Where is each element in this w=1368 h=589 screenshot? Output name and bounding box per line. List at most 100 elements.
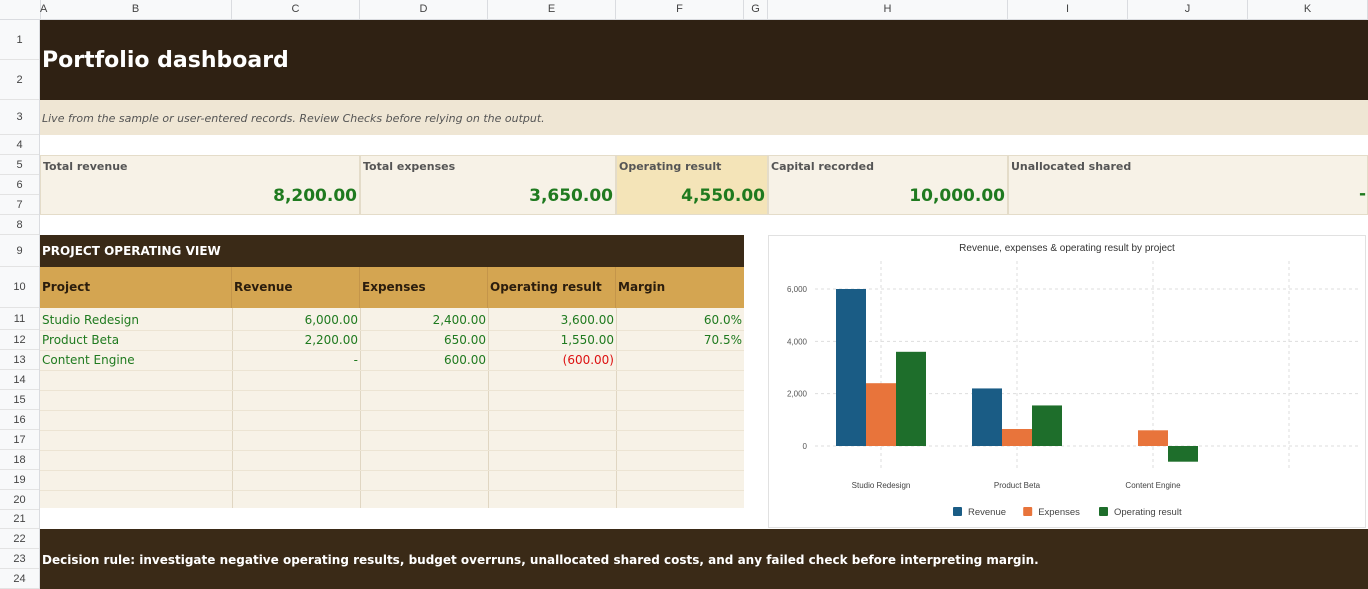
row-header-bar: 1 2 3 4 5 6 7 8 9 10 11 12 13 14 15 16 17 18 19 20 21 22 23 24 — [0, 20, 40, 589]
row-header-21[interactable]: 21 — [0, 510, 39, 529]
cell-project[interactable]: Content Engine — [40, 350, 232, 370]
row-header-4[interactable]: 4 — [0, 135, 39, 155]
grid-row-divider — [40, 490, 744, 491]
kpi-label: Operating result — [619, 160, 722, 173]
row-header-10[interactable]: 10 — [0, 267, 39, 308]
row-header-2[interactable]: 2 — [0, 60, 39, 100]
grid-row-divider — [40, 430, 744, 431]
cell-margin[interactable]: 70.5% — [616, 330, 744, 350]
column-header-k[interactable]: K — [1248, 0, 1368, 19]
grid-row-divider — [40, 410, 744, 411]
bar-operating-result — [1032, 405, 1062, 446]
kpi-unallocated-shared[interactable]: Unallocated shared - — [1008, 155, 1368, 215]
column-header-d[interactable]: D — [360, 0, 488, 19]
cell-revenue[interactable]: 6,000.00 — [232, 310, 360, 330]
row-header-11[interactable]: 11 — [0, 308, 39, 330]
cell-margin[interactable] — [616, 350, 744, 370]
y-tick-label: 0 — [803, 442, 808, 451]
row-header-14[interactable]: 14 — [0, 370, 39, 390]
kpi-value: - — [1358, 184, 1366, 204]
kpi-value: 8,200.00 — [273, 186, 357, 206]
row-header-24[interactable]: 24 — [0, 569, 39, 589]
row-header-17[interactable]: 17 — [0, 430, 39, 450]
row-header-6[interactable]: 6 — [0, 175, 39, 195]
bar-expenses — [866, 383, 896, 446]
kpi-total-revenue[interactable]: Total revenue 8,200.00 — [40, 155, 360, 215]
row-header-8[interactable]: 8 — [0, 215, 39, 235]
row-header-15[interactable]: 15 — [0, 390, 39, 410]
bar-revenue — [972, 388, 1002, 446]
decision-rule-band: Decision rule: investigate negative oper… — [40, 529, 1368, 589]
row-header-13[interactable]: 13 — [0, 350, 39, 370]
y-tick-label: 6,000 — [787, 285, 808, 294]
column-header-j[interactable]: J — [1128, 0, 1248, 19]
legend-swatch — [1023, 507, 1033, 516]
bar-operating-result — [1168, 446, 1198, 462]
column-header-bar: ABCDEFGHIJK — [0, 0, 1368, 20]
row-header-22[interactable]: 22 — [0, 529, 39, 549]
header-expenses[interactable]: Expenses — [360, 267, 488, 308]
legend-swatch — [953, 507, 962, 516]
row-header-16[interactable]: 16 — [0, 410, 39, 430]
legend-label: Expenses — [1038, 507, 1080, 518]
row-header-3[interactable]: 3 — [0, 100, 39, 135]
header-margin[interactable]: Margin — [616, 267, 744, 308]
kpi-capital-recorded[interactable]: Capital recorded 10,000.00 — [768, 155, 1008, 215]
column-header-c[interactable]: C — [232, 0, 360, 19]
section-header: PROJECT OPERATING VIEW — [40, 235, 744, 267]
x-tick-label: Studio Redesign — [852, 481, 911, 490]
bar-revenue — [836, 289, 866, 446]
kpi-label: Unallocated shared — [1011, 160, 1132, 173]
chart-title: Revenue, expenses & operating result by … — [959, 243, 1175, 254]
header-operating-result[interactable]: Operating result — [488, 267, 616, 308]
cell-expenses[interactable]: 2,400.00 — [360, 310, 488, 330]
cell-expenses[interactable]: 650.00 — [360, 330, 488, 350]
column-header-g[interactable]: G — [744, 0, 768, 19]
column-header-b[interactable]: B — [40, 0, 232, 19]
row-header-5[interactable]: 5 — [0, 155, 39, 175]
cell-project[interactable]: Product Beta — [40, 330, 232, 350]
cell-operating-result[interactable]: (600.00) — [488, 350, 616, 370]
row-header-9[interactable]: 9 — [0, 235, 39, 267]
y-tick-label: 4,000 — [787, 337, 808, 346]
cell-expenses[interactable]: 600.00 — [360, 350, 488, 370]
column-header-h[interactable]: H — [768, 0, 1008, 19]
page-title: Portfolio dashboard — [42, 48, 289, 73]
x-tick-label: Product Beta — [994, 481, 1041, 490]
column-header-e[interactable]: E — [488, 0, 616, 19]
row-header-1[interactable]: 1 — [0, 20, 39, 60]
x-tick-label: Content Engine — [1125, 481, 1181, 490]
legend-label: Operating result — [1114, 507, 1182, 518]
kpi-total-expenses[interactable]: Total expenses 3,650.00 — [360, 155, 616, 215]
cell-margin[interactable]: 60.0% — [616, 310, 744, 330]
bar-chart: Revenue, expenses & operating result by … — [787, 243, 1359, 518]
header-revenue[interactable]: Revenue — [232, 267, 360, 308]
section-title: PROJECT OPERATING VIEW — [42, 244, 221, 258]
cell-operating-result[interactable]: 3,600.00 — [488, 310, 616, 330]
decision-rule-text: Decision rule: investigate negative oper… — [42, 553, 1039, 567]
cell-revenue[interactable]: - — [232, 350, 360, 370]
cell-project[interactable]: Studio Redesign — [40, 310, 232, 330]
header-project[interactable]: Project — [40, 267, 232, 308]
kpi-label: Total expenses — [363, 160, 456, 173]
chart-panel[interactable]: Revenue, expenses & operating result by … — [768, 235, 1366, 528]
grid-row-divider — [40, 390, 744, 391]
cell-revenue[interactable]: 2,200.00 — [232, 330, 360, 350]
bar-operating-result — [896, 351, 926, 446]
column-header-i[interactable]: I — [1008, 0, 1128, 19]
cell-operating-result[interactable]: 1,550.00 — [488, 330, 616, 350]
kpi-operating-result[interactable]: Operating result 4,550.00 — [616, 155, 768, 215]
kpi-value: 10,000.00 — [909, 186, 1005, 206]
grid-row-divider — [40, 470, 744, 471]
row-header-20[interactable]: 20 — [0, 490, 39, 510]
row-header-19[interactable]: 19 — [0, 470, 39, 490]
row-header-7[interactable]: 7 — [0, 195, 39, 215]
row-header-23[interactable]: 23 — [0, 549, 39, 569]
kpi-label: Total revenue — [43, 160, 128, 173]
row-header-18[interactable]: 18 — [0, 450, 39, 470]
kpi-value: 4,550.00 — [681, 186, 765, 206]
row-header-12[interactable]: 12 — [0, 330, 39, 350]
kpi-value: 3,650.00 — [529, 186, 613, 206]
legend-label: Revenue — [968, 507, 1006, 518]
column-header-f[interactable]: F — [616, 0, 744, 19]
